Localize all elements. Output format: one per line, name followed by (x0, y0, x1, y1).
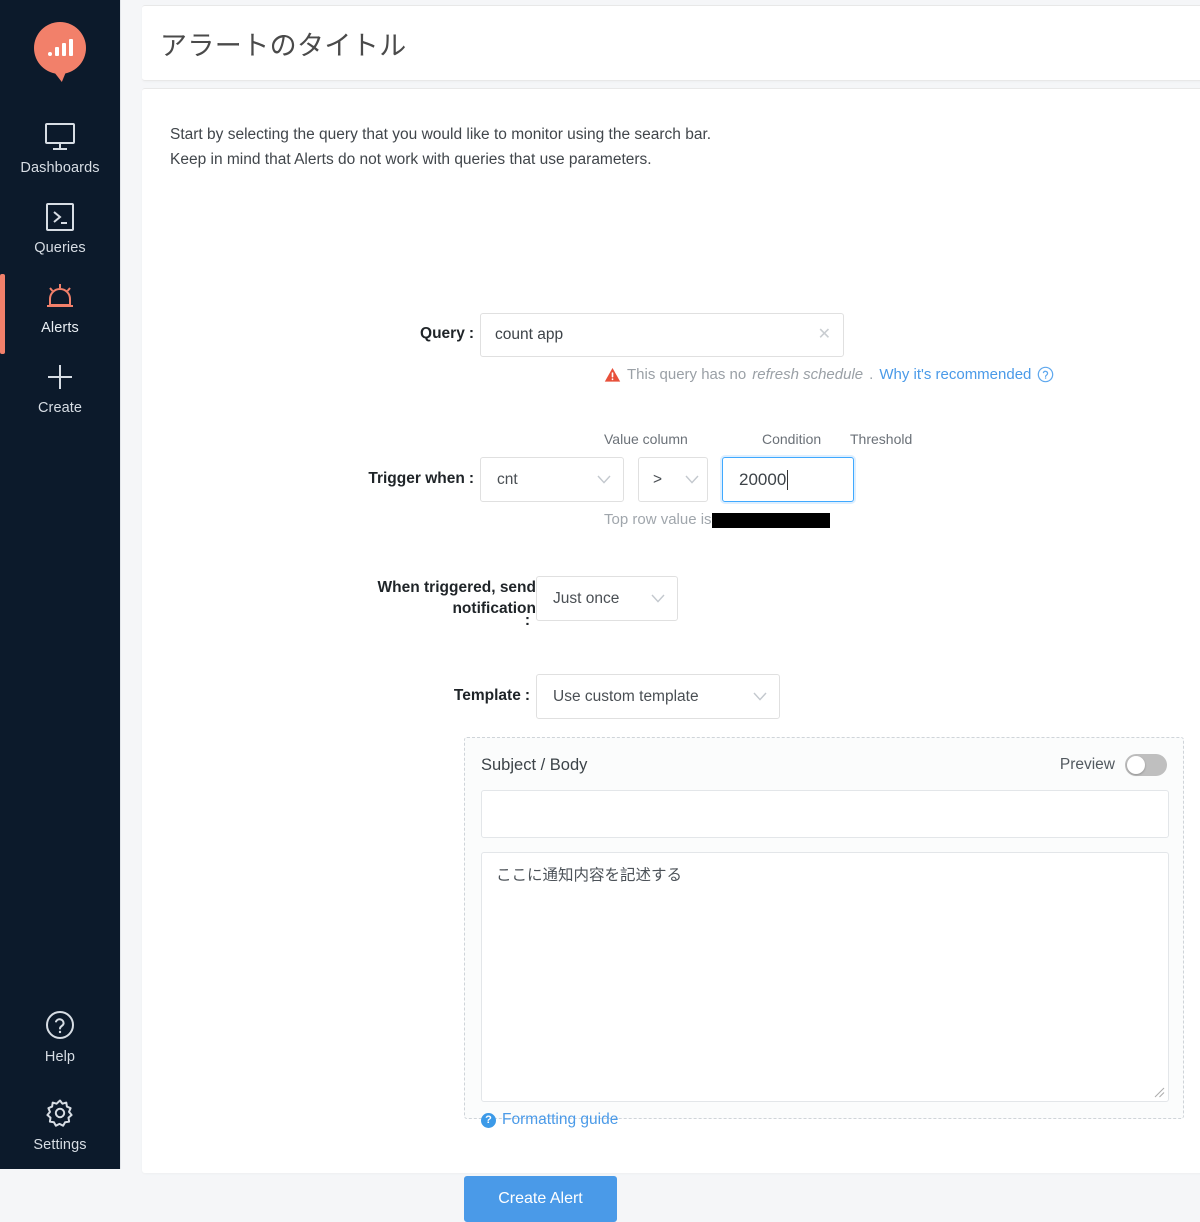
query-label: Query (420, 325, 465, 342)
template-editor: Subject / Body Preview ここに通知内容を記述する ? Fo… (464, 737, 1184, 1128)
notification-colon: : (524, 612, 530, 629)
notification-row: When triggered, send notification: Just … (332, 576, 678, 640)
app-logo[interactable] (34, 22, 86, 74)
why-recommended-link[interactable]: Why it's recommended (879, 366, 1031, 383)
notification-label: When triggered, send notification (377, 579, 536, 617)
subject-input[interactable] (481, 790, 1169, 838)
sidebar-item-label: Queries (34, 240, 86, 256)
sidebar-item-label: Help (44, 1049, 76, 1065)
chevron-down-icon (597, 475, 611, 484)
question-circle-filled-icon: ? (481, 1112, 496, 1128)
gear-icon (46, 1099, 73, 1127)
page-title[interactable]: アラートのタイトル (160, 24, 407, 63)
sidebar-rail (120, 0, 142, 1169)
sidebar-item-alerts[interactable]: Alerts (0, 268, 120, 354)
terminal-icon (46, 203, 74, 231)
query-refresh-warning: This query has no refresh schedule. Why … (604, 366, 1054, 383)
notification-label-wrap: When triggered, send notification: (332, 576, 536, 640)
redash-logo-icon (34, 22, 86, 74)
active-indicator (0, 274, 5, 354)
threshold-input[interactable]: 20000 (722, 457, 854, 502)
trigger-label-wrap: Trigger when: (332, 457, 480, 489)
resize-grip-icon[interactable] (1153, 1086, 1165, 1098)
sidebar-item-settings[interactable]: Settings (0, 1083, 120, 1169)
sidebar-item-queries[interactable]: Queries (0, 188, 120, 268)
query-label-wrap: Query: (390, 313, 480, 344)
intro-line-1: Start by selecting the query that you wo… (170, 126, 712, 143)
plus-icon (48, 365, 72, 389)
value-column-select[interactable]: cnt (480, 457, 624, 502)
template-select[interactable]: Use custom template (536, 674, 780, 719)
sidebar-item-label: Create (37, 400, 83, 416)
chevron-down-icon (753, 692, 767, 701)
alert-siren-icon (47, 284, 73, 307)
warning-emphasis: refresh schedule (752, 366, 864, 383)
warning-triangle-icon (604, 367, 621, 382)
redacted-value (711, 513, 830, 528)
trigger-label: Trigger when (368, 470, 465, 487)
create-alert-button[interactable]: Create Alert (464, 1176, 617, 1222)
warning-text-after: . (869, 366, 874, 383)
threshold-value: 20000 (739, 469, 787, 489)
clear-x-icon[interactable]: ✕ (818, 327, 831, 343)
formatting-guide-label: Formatting guide (502, 1111, 619, 1128)
question-circle-icon (46, 1011, 74, 1039)
main-content: アラートのタイトル Start by selecting the query t… (142, 0, 1200, 1222)
value-column-label: Value column (604, 431, 688, 447)
sidebar-item-label: Dashboards (20, 160, 100, 176)
alert-form-card: Start by selecting the query that you wo… (142, 88, 1200, 1222)
question-circle-outline-icon[interactable] (1037, 366, 1054, 383)
sidebar: Dashboards Queries Alerts Create Help Se… (0, 0, 120, 1169)
template-label-wrap: Template: (332, 674, 536, 706)
template-value: Use custom template (553, 687, 699, 705)
notification-value: Just once (553, 589, 620, 607)
trigger-colon: : (468, 470, 474, 487)
subject-body-title: Subject / Body (481, 755, 588, 774)
threshold-label: Threshold (850, 431, 913, 447)
warning-text-before: This query has no (627, 366, 747, 383)
preview-label: Preview (1059, 756, 1115, 773)
sidebar-item-label: Alerts (41, 320, 79, 336)
intro-text: Start by selecting the query that you wo… (170, 122, 711, 172)
template-label: Template (453, 687, 521, 704)
body-textarea-value: ここに通知内容を記述する (496, 867, 683, 884)
preview-toggle-wrap: Preview (1060, 754, 1167, 776)
preview-toggle[interactable] (1125, 754, 1167, 776)
template-row: Template: Use custom template (332, 674, 780, 719)
notification-select[interactable]: Just once (536, 576, 678, 621)
trigger-row: Trigger when: cnt > 20000 (332, 457, 854, 502)
query-row: Query: count app ✕ (390, 313, 844, 357)
body-textarea[interactable]: ここに通知内容を記述する (481, 852, 1169, 1102)
sidebar-item-dashboards[interactable]: Dashboards (0, 108, 120, 188)
create-alert-label: Create Alert (498, 1190, 583, 1207)
logo-bars (47, 39, 73, 56)
query-input-value: count app (495, 326, 564, 343)
query-colon: : (468, 325, 474, 342)
condition-select[interactable]: > (638, 457, 708, 502)
sidebar-item-help[interactable]: Help (0, 995, 120, 1083)
condition-value: > (653, 470, 663, 488)
toggle-knob (1127, 756, 1145, 774)
sidebar-item-label: Settings (33, 1137, 87, 1153)
formatting-guide-link[interactable]: ? Formatting guide (481, 1111, 1167, 1129)
condition-label: Condition (762, 431, 822, 447)
intro-line-2: Keep in mind that Alerts do not work wit… (170, 151, 652, 168)
template-editor-header: Subject / Body Preview (481, 752, 1167, 778)
text-cursor (787, 469, 789, 490)
value-column-value: cnt (497, 470, 518, 488)
top-row-value: Top row value is (604, 511, 830, 528)
page-title-card: アラートのタイトル (142, 5, 1200, 81)
top-row-label: Top row value is (604, 511, 712, 528)
chevron-down-icon (685, 475, 699, 484)
chevron-down-icon (651, 594, 665, 603)
query-input[interactable]: count app ✕ (480, 313, 844, 357)
sidebar-item-create[interactable]: Create (0, 348, 120, 428)
monitor-icon (45, 123, 75, 150)
template-colon: : (524, 687, 530, 704)
